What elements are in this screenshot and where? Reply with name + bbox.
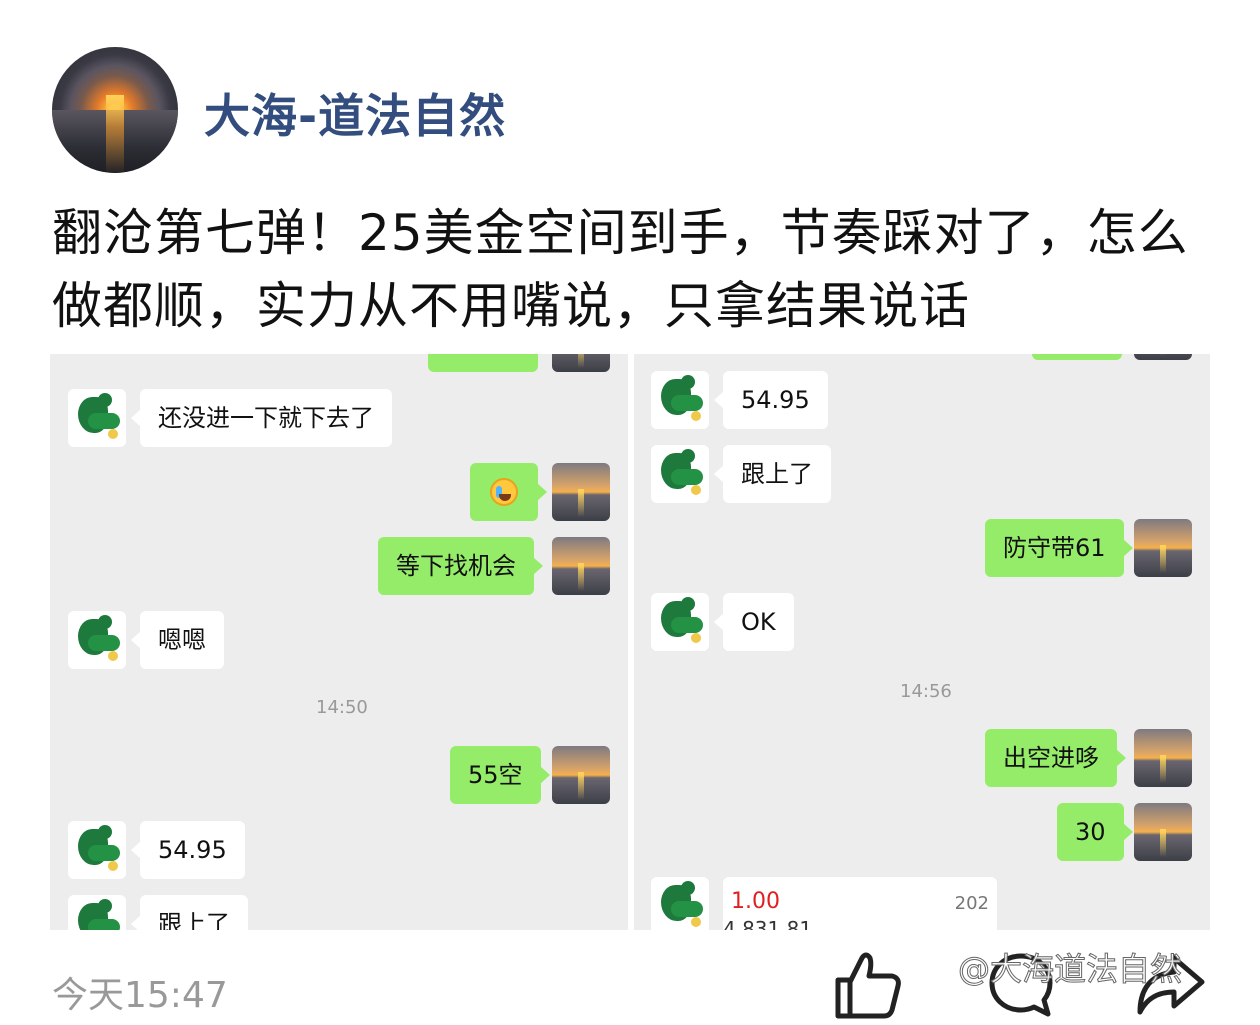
contact-avatar	[68, 895, 126, 930]
self-avatar	[1134, 354, 1192, 360]
chat-bubble-out: 防守带61	[985, 519, 1133, 577]
author-avatar[interactable]	[52, 47, 178, 173]
chat-bubble-in: 54.95	[131, 821, 245, 879]
self-avatar	[552, 354, 610, 372]
post-text: 翻沧第七弹！25美金空间到手，节奏踩对了，怎么做都顺，实力从不用嘴说，只拿结果说…	[52, 204, 1189, 335]
trade-card-value: 1.00	[731, 889, 780, 914]
chat-screenshot-right[interactable]: 54.95 跟上了 防守带61 OK 14:56 出空进哆 30 1.00 20…	[634, 354, 1210, 930]
chat-bubble-in: 嗯嗯	[131, 611, 224, 669]
trade-card-date: 202	[954, 893, 989, 914]
crying-laughing-emoji-icon	[490, 478, 518, 506]
self-avatar	[1134, 803, 1192, 861]
contact-avatar	[651, 445, 709, 503]
self-avatar	[552, 463, 610, 521]
chat-bubble-in: 54.95	[714, 371, 828, 429]
chat-bubble-out-emoji	[470, 463, 547, 521]
contact-avatar	[651, 877, 709, 930]
chat-bubble-in: 跟上了	[131, 895, 248, 930]
chat-bubble-in: 还没进一下就下去了	[131, 389, 392, 447]
contact-avatar	[68, 389, 126, 447]
chat-bubble-out-cropped	[1032, 354, 1122, 360]
chat-bubble-out-cropped	[428, 354, 538, 372]
trade-card: 1.00 202 4,831.81	[723, 877, 997, 930]
chat-bubble-out: 30	[1057, 803, 1133, 861]
watermark: @大海道法自然	[957, 950, 1183, 989]
chat-bubble-in: OK	[714, 593, 794, 651]
contact-avatar	[68, 611, 126, 669]
chat-bubble-out: 等下找机会	[378, 537, 543, 595]
chat-bubble-out: 出空进哆	[985, 729, 1126, 787]
thumbs-up-icon[interactable]	[832, 950, 904, 1020]
self-avatar	[552, 537, 610, 595]
chat-timestamp: 14:56	[900, 681, 952, 702]
self-avatar	[552, 746, 610, 804]
self-avatar	[1134, 519, 1192, 577]
chat-bubble-in: 跟上了	[714, 445, 831, 503]
chat-timestamp: 14:50	[316, 697, 368, 718]
contact-avatar	[651, 593, 709, 651]
chat-bubble-out: 55空	[450, 746, 550, 804]
contact-avatar	[68, 821, 126, 879]
post-time: 今天15:47	[52, 975, 228, 1016]
contact-avatar	[651, 371, 709, 429]
chat-screenshot-left[interactable]: 还没进一下就下去了 等下找机会 嗯嗯 14:50 55空 54.95 跟上了	[50, 354, 628, 930]
trade-card-sub: 4,831.81	[723, 917, 813, 930]
author-name[interactable]: 大海-道法自然	[204, 80, 506, 146]
self-avatar	[1134, 729, 1192, 787]
